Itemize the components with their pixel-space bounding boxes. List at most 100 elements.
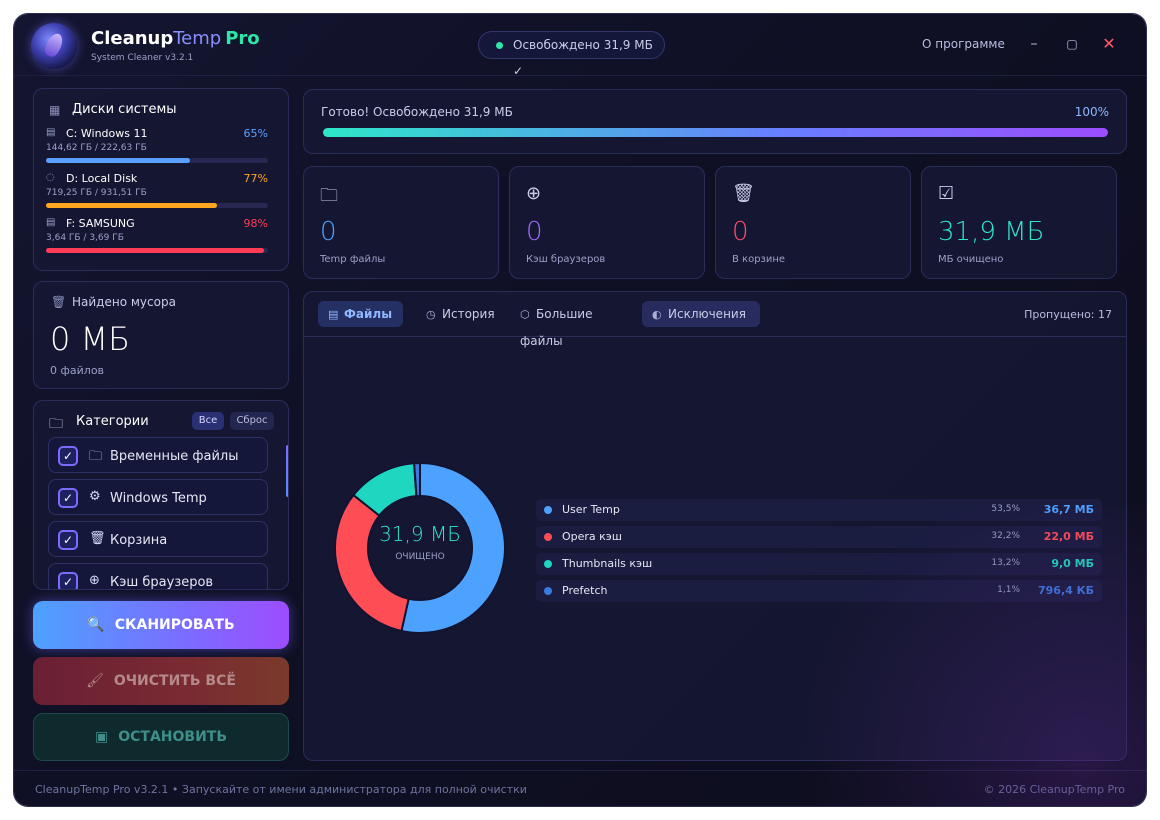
legend-percent: 32,2% (991, 531, 1020, 541)
stop-button[interactable]: ▣ ОСТАНОВИТЬ (33, 713, 289, 761)
disk-size: 719,25 ГБ / 931,51 ГБ (46, 188, 147, 198)
select-all-button[interactable]: Все (192, 412, 224, 430)
stop-icon: ▣ (94, 729, 109, 745)
legend-dot-icon (544, 506, 552, 514)
disk-percent: 98% (243, 217, 268, 230)
category-item[interactable]: ✓ 🗑 Корзина (48, 521, 268, 557)
legend-row: User Temp 53,5% 36,7 МБ (536, 499, 1102, 521)
trash-icon: 🗑 (732, 183, 755, 204)
app-logo (31, 23, 77, 69)
progress-bar (323, 128, 1108, 137)
document-icon: ▤ (328, 308, 339, 321)
stat-value: 31,9 МБ (938, 217, 1045, 247)
legend-size: 36,7 МБ (1043, 503, 1094, 516)
stat-card-browser-cache: ⊕ 0 Кэш браузеров (509, 166, 705, 279)
legend-size: 22,0 МБ (1043, 530, 1094, 543)
status-bar: CleanupTemp Pro v3.2.1 • Запускайте от и… (14, 770, 1146, 806)
stat-card-cleaned: ☑ 31,9 МБ МБ очищено (921, 166, 1117, 279)
disk-percent: 65% (243, 127, 268, 140)
donut-caption: ОЧИЩЕНО (395, 552, 445, 562)
trash-icon: 🗑 (89, 531, 106, 546)
shield-icon: ◐ (652, 308, 662, 321)
category-label: Windows Temp (110, 491, 207, 506)
category-checkbox[interactable]: ✓ (58, 530, 78, 550)
globe-icon: ⊕ (526, 183, 542, 204)
disk-size: 3,64 ГБ / 3,69 ГБ (46, 233, 124, 243)
categories-title: Категории (76, 414, 149, 429)
stat-value: 0 (320, 217, 337, 247)
brush-icon: 🖌 (86, 673, 104, 689)
checkbox-icon: ☑ (938, 183, 955, 204)
legend-label: Thumbnails кэш (562, 557, 653, 570)
legend-label: Prefetch (562, 584, 608, 597)
donut-center: 31,9 МБ ОЧИЩЕНО (334, 522, 506, 562)
disk-usage-bar (46, 158, 268, 163)
donut-total: 31,9 МБ (379, 522, 461, 546)
disk-percent: 77% (243, 172, 268, 185)
clean-all-button[interactable]: 🖌 ОЧИСТИТЬ ВСЁ (33, 657, 289, 705)
legend-dot-icon (544, 587, 552, 595)
scan-button-label: СКАНИРОВАТЬ (114, 617, 235, 633)
usb-drive-icon: ▤ (46, 217, 56, 228)
scan-button[interactable]: 🔍 СКАНИРОВАТЬ (33, 601, 289, 649)
disk-usage-bar (46, 248, 268, 253)
categories-panel: 🗀 Категории Все Сброс ✓ 🗀 Временные файл… (33, 400, 289, 590)
found-files-count: 0 файлов (50, 364, 105, 377)
status-dot-icon (496, 42, 503, 49)
footer-copyright: © 2026 CleanupTemp Pro (983, 783, 1125, 796)
app-title-part3: Pro (225, 28, 260, 49)
progress-fill (323, 128, 1108, 137)
reset-button[interactable]: Сброс (230, 412, 274, 430)
minimize-icon[interactable]: – (1024, 34, 1044, 54)
legend-size: 9,0 МБ (1051, 557, 1094, 570)
tab-large-files[interactable]: ⬡ Большие файлы (510, 301, 638, 348)
legend-size: 796,4 КБ (1038, 584, 1094, 597)
categories-scrollbar[interactable] (286, 445, 288, 497)
stat-label: МБ очищено (938, 254, 1004, 265)
disk-usage-fill (46, 158, 191, 163)
maximize-icon[interactable]: ▢ (1062, 34, 1082, 54)
tab-exclusions[interactable]: ◐ Исключения (642, 301, 760, 327)
legend-percent: 13,2% (991, 558, 1020, 568)
category-label: Кэш браузеров (110, 575, 214, 590)
legend-label: Opera кэш (562, 530, 622, 543)
close-icon[interactable]: ✕ (1099, 34, 1119, 54)
tab-exclusions-label: Исключения (668, 307, 746, 321)
cube-icon: ⬡ (520, 308, 530, 321)
disk-item: ▤ C: Windows 11 65% 144,62 ГБ / 222,63 Г… (46, 127, 268, 167)
tab-files[interactable]: ▤ Файлы (318, 301, 403, 327)
category-label: Временные файлы (110, 449, 239, 464)
category-item[interactable]: ✓ ⊕ Кэш браузеров (48, 563, 268, 590)
title-bar: CleanupTemp Pro System Cleaner v3.2.1 Осв… (14, 14, 1146, 78)
app-window: CleanupTemp Pro System Cleaner v3.2.1 Осв… (14, 14, 1146, 806)
stat-label: В корзине (732, 254, 786, 265)
search-icon: 🔍 (87, 617, 105, 633)
disk-item: ◌ D: Local Disk 77% 719,25 ГБ / 931,51 Г… (46, 172, 268, 212)
about-link[interactable]: О программе (922, 37, 1005, 51)
tab-bar: ▤ Файлы ◷ История ⬡ Большие файлы ◐ Исключен… (304, 292, 1126, 348)
stat-value: 0 (526, 217, 543, 247)
category-checkbox[interactable]: ✓ (58, 446, 78, 466)
folder-icon: 🗀 (89, 449, 103, 464)
app-title: CleanupTemp Pro (91, 28, 260, 49)
app-version: System Cleaner v3.2.1 (91, 53, 194, 63)
stat-card-temp: 🗀 0 Temp файлы (303, 166, 499, 279)
legend-row: Prefetch 1,1% 796,4 КБ (536, 580, 1102, 602)
status-pill: Освобождено 31,9 МБ ✓ (478, 31, 665, 78)
disk-name: C: Windows 11 (66, 127, 148, 140)
disk-size: 144,62 ГБ / 222,63 ГБ (46, 143, 147, 153)
found-panel: 🗑 Найдено мусора 0 МБ 0 файлов (33, 281, 289, 389)
tab-history[interactable]: ◷ История (416, 301, 506, 327)
category-item[interactable]: ✓ ⚙ Windows Temp (48, 479, 268, 515)
category-item[interactable]: ✓ 🗀 Временные файлы (48, 437, 268, 473)
category-checkbox[interactable]: ✓ (58, 488, 78, 508)
disks-title: Диски системы (72, 102, 177, 117)
category-checkbox[interactable]: ✓ (58, 572, 78, 589)
donut-chart: 31,9 МБ ОЧИЩЕНО (334, 461, 506, 634)
folder-icon: 🗀 (320, 185, 338, 206)
disk-item: ▤ F: SAMSUNG 98% 3,64 ГБ / 3,69 ГБ (46, 217, 268, 257)
disk-name: D: Local Disk (66, 172, 138, 185)
stat-value: 0 (732, 217, 749, 247)
stop-button-label: ОСТАНОВИТЬ (118, 729, 228, 745)
donut-slice (334, 493, 410, 633)
